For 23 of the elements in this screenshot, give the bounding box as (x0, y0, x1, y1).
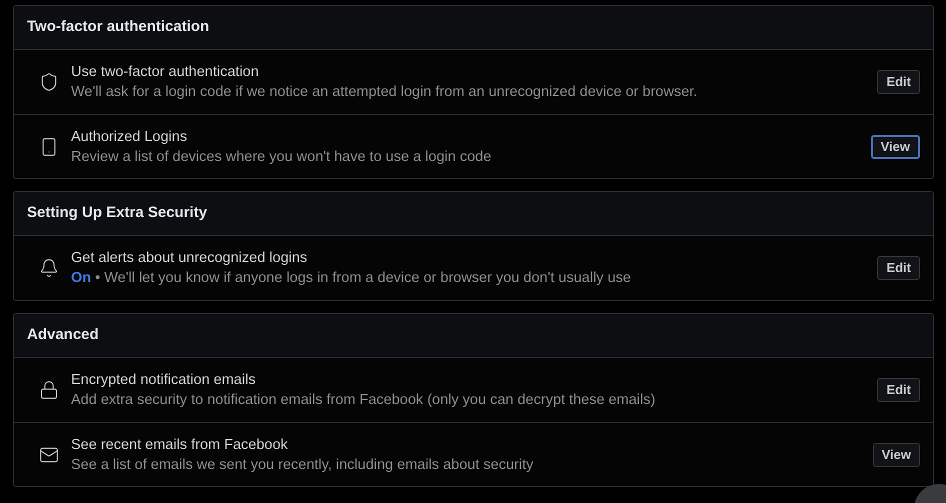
action-button[interactable]: View (872, 442, 920, 466)
section-title: Advanced (27, 325, 99, 346)
separator-dot: • (95, 269, 100, 288)
action-button[interactable]: Edit (877, 378, 920, 402)
setting-description: Review a list of devices where you won't have to use a login code (71, 148, 492, 166)
action-button[interactable]: View (870, 134, 920, 158)
setting-title: See recent emails from Facebook (71, 436, 289, 454)
setting-title: Authorized Logins (71, 128, 188, 146)
section-title: Setting Up Extra Security (27, 203, 208, 224)
lock-icon (39, 380, 59, 400)
status-label: On (71, 269, 92, 288)
action-button[interactable]: Edit (877, 256, 920, 280)
setting-description: Add extra security to notification emails from Facebook (only you can decrypt these emails) (71, 391, 656, 410)
setting-title: Get alerts about unrecognized logins (71, 249, 308, 268)
setting-description: We'll ask for a login code if we notice an attempted login from an unrecognized device or browser. (71, 83, 698, 102)
setting-title: Encrypted notification emails (71, 371, 257, 390)
setting-description: We'll let you know if anyone logs in from a device or browser you don't usually use (104, 269, 631, 288)
action-button[interactable]: Edit (877, 70, 920, 94)
setting-title: Use two-factor authentication (71, 63, 260, 82)
setting-description: See a list of emails we sent you recently, including emails about security (71, 456, 534, 474)
section-title: Two-factor authentication (27, 17, 210, 38)
shield-icon (39, 72, 59, 92)
bell-icon (39, 258, 59, 278)
